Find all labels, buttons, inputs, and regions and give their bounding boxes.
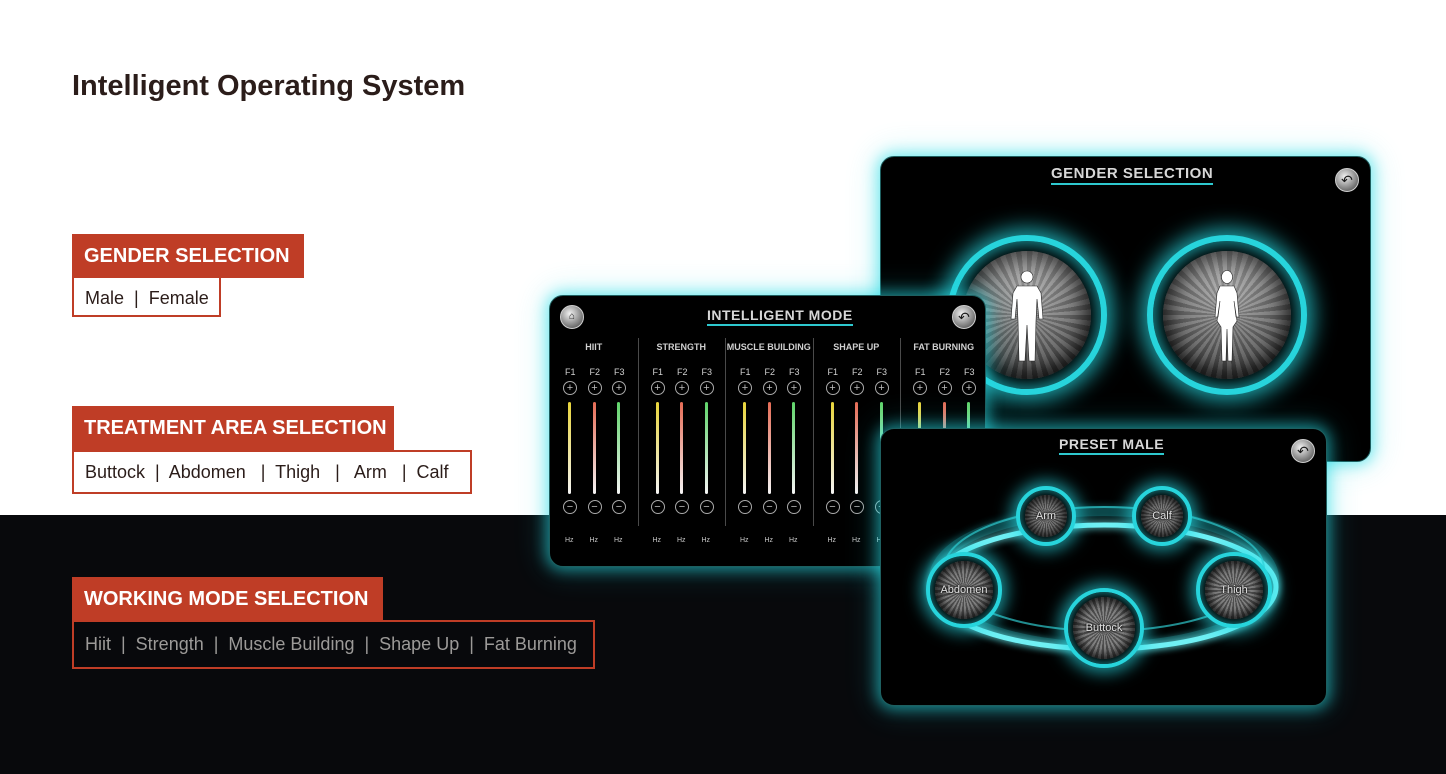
intensity-slider[interactable] [704, 402, 708, 494]
plus-icon[interactable]: + [762, 381, 777, 395]
area-label-calf: Calf [1152, 510, 1172, 522]
channel-label: F3 [701, 367, 713, 377]
plus-icon[interactable]: + [563, 381, 577, 395]
minus-icon[interactable]: − [587, 500, 602, 514]
plus-icon[interactable]: + [913, 381, 927, 395]
area-label-buttock: Buttock [1085, 622, 1123, 634]
plus-icon[interactable]: + [738, 381, 752, 395]
gender-selection-label: GENDER SELECTION [72, 234, 304, 278]
intensity-slider[interactable] [568, 402, 571, 494]
male-figure-icon [1010, 270, 1044, 362]
unit-label: Hz [740, 537, 749, 544]
back-arrow-icon[interactable]: ↶ [1335, 168, 1359, 192]
minus-icon[interactable]: − [675, 500, 689, 514]
channel-label: F3 [964, 367, 975, 377]
minus-icon[interactable]: − [762, 500, 777, 514]
intensity-slider[interactable] [830, 402, 834, 494]
preset-male-panel: PRESET MALE ↶ Arm Calf Abdomen Thigh But… [880, 428, 1327, 706]
mode-label: HIIT [585, 342, 603, 352]
unit-label: Hz [614, 537, 623, 544]
plus-icon[interactable]: + [850, 381, 864, 395]
plus-icon[interactable]: + [587, 381, 602, 395]
intensity-slider[interactable] [680, 402, 683, 494]
female-figure-icon [1214, 270, 1240, 362]
unit-label: Hz [589, 537, 599, 544]
plus-icon[interactable]: + [874, 381, 889, 395]
working-mode-label: WORKING MODE SELECTION [72, 577, 383, 621]
minus-icon[interactable]: − [738, 500, 752, 514]
channel-label: F1 [827, 367, 839, 377]
channel-label: F1 [740, 367, 751, 377]
channel-label: F1 [565, 367, 576, 377]
unit-label: Hz [827, 537, 837, 544]
intensity-slider[interactable] [617, 402, 620, 494]
plus-icon[interactable]: + [825, 381, 840, 395]
channel-label: F2 [589, 367, 601, 377]
female-button[interactable] [1147, 235, 1307, 395]
intensity-slider[interactable] [592, 402, 596, 494]
plus-icon[interactable]: + [962, 381, 976, 395]
intensity-slider[interactable] [743, 402, 746, 494]
minus-icon[interactable]: − [612, 500, 626, 514]
mode-label: SHAPE UP [833, 342, 880, 352]
mode-divider [812, 338, 814, 526]
mode-divider [637, 338, 639, 526]
minus-icon[interactable]: − [563, 500, 577, 514]
mode-label: MUSCLE BUILDING [726, 342, 811, 352]
unit-label: Hz [852, 537, 861, 544]
female-disc [1163, 251, 1291, 379]
unit-label: Hz [565, 537, 574, 544]
minus-icon[interactable]: − [650, 500, 665, 514]
area-label-thigh: Thigh [1220, 584, 1248, 596]
plus-icon[interactable]: + [937, 381, 952, 395]
channel-label: F2 [939, 367, 951, 377]
channel-label: F2 [852, 367, 863, 377]
page-title: Intelligent Operating System [72, 70, 466, 102]
channel-label: F3 [614, 367, 625, 377]
plus-icon[interactable]: + [612, 381, 626, 395]
intelligent-panel-title: INTELLIGENT MODE [707, 307, 853, 326]
unit-label: Hz [701, 537, 711, 544]
intensity-slider[interactable] [655, 402, 659, 494]
intensity-slider[interactable] [767, 402, 771, 494]
channel-label: F3 [876, 367, 888, 377]
area-button-abdomen[interactable]: Abdomen [926, 552, 1002, 628]
unit-label: Hz [652, 537, 662, 544]
area-label-abdomen: Abdomen [940, 584, 988, 596]
intensity-slider[interactable] [792, 402, 795, 494]
unit-label: Hz [677, 537, 686, 544]
channel-label: F2 [764, 367, 776, 377]
back-arrow-icon[interactable]: ↶ [952, 305, 976, 329]
gender-options: Male | Female [72, 276, 221, 317]
intensity-slider[interactable] [855, 402, 858, 494]
home-icon[interactable]: ⌂ [560, 305, 584, 329]
minus-icon[interactable]: − [787, 500, 801, 514]
area-button-arm[interactable]: Arm [1016, 486, 1076, 546]
minus-icon[interactable]: − [850, 500, 864, 514]
area-button-calf[interactable]: Calf [1132, 486, 1192, 546]
unit-label: Hz [789, 537, 798, 544]
channel-label: F1 [915, 367, 926, 377]
treatment-area-label: TREATMENT AREA SELECTION [72, 406, 394, 450]
plus-icon[interactable]: + [675, 381, 689, 395]
mode-label: STRENGTH [656, 342, 707, 352]
unit-label: Hz [764, 537, 774, 544]
area-label-arm: Arm [1035, 510, 1057, 522]
channel-label: F1 [652, 367, 664, 377]
minus-icon[interactable]: − [699, 500, 714, 514]
mode-divider [725, 338, 726, 526]
gender-panel-title: GENDER SELECTION [1051, 165, 1214, 185]
plus-icon[interactable]: + [787, 381, 801, 395]
plus-icon[interactable]: + [650, 381, 665, 395]
area-button-thigh[interactable]: Thigh [1196, 552, 1272, 628]
channel-label: F3 [789, 367, 800, 377]
minus-icon[interactable]: − [825, 500, 840, 514]
plus-icon[interactable]: + [699, 381, 714, 395]
area-button-buttock[interactable]: Buttock [1064, 588, 1144, 668]
treatment-area-options: Buttock | Abdomen | Thigh | Arm | Calf [72, 450, 472, 494]
channel-label: F2 [677, 367, 688, 377]
working-mode-options: Hiit | Strength | Muscle Building | Shap… [72, 620, 595, 669]
mode-label: FAT BURNING [913, 342, 975, 352]
